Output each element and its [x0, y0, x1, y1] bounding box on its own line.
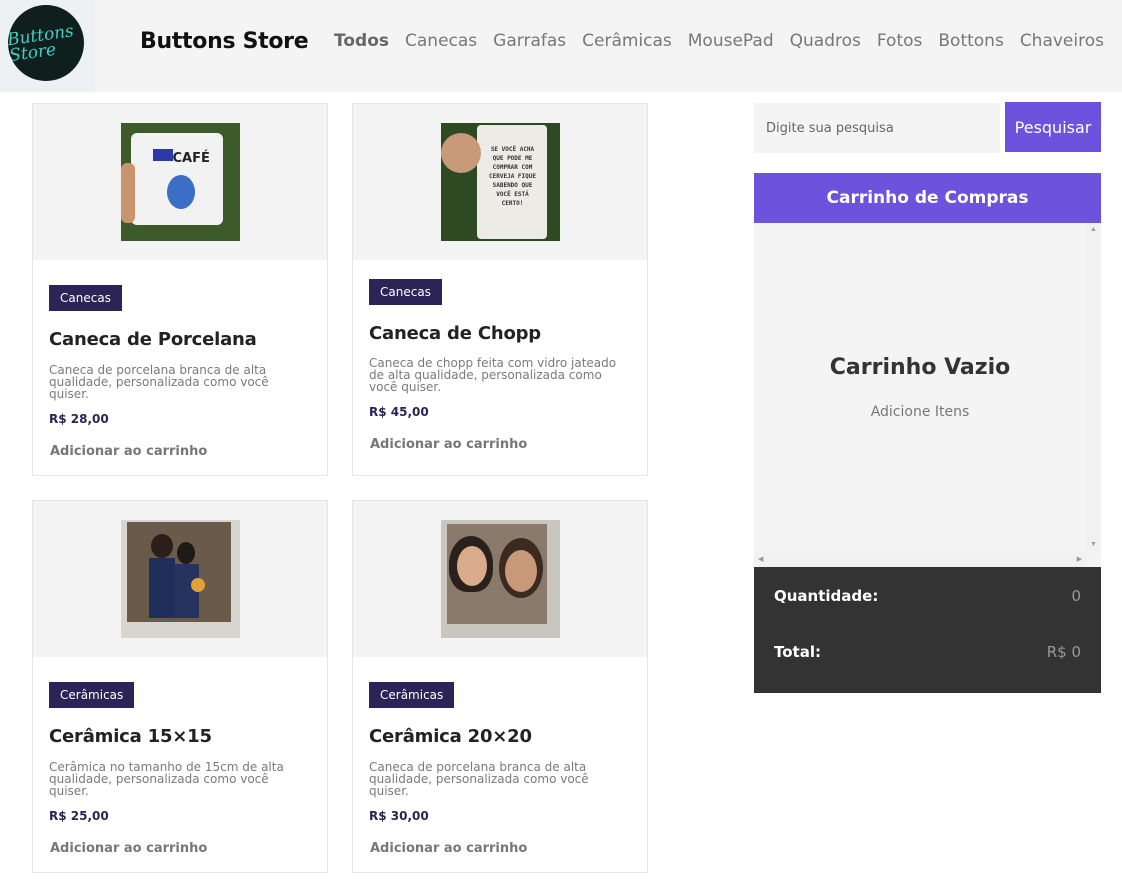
scroll-down-icon[interactable]: ▼ [1090, 541, 1097, 548]
product-card: CAFÉ Canecas Caneca de Porcelana Caneca … [32, 103, 328, 476]
category-badge: Cerâmicas [49, 682, 135, 708]
add-to-cart-button[interactable]: Adicionar ao carrinho [369, 841, 631, 856]
search-button[interactable]: Pesquisar [1005, 102, 1101, 152]
category-badge: Cerâmicas [369, 682, 455, 708]
nav-item-bottons[interactable]: Bottons [938, 31, 1003, 51]
brand-name: Buttons Store [140, 29, 309, 54]
add-to-cart-button[interactable]: Adicionar ao carrinho [369, 437, 631, 452]
product-title: Caneca de Chopp [369, 323, 541, 344]
nav-item-garrafas[interactable]: Garrafas [493, 31, 566, 51]
mug-print-text: CAFÉ [172, 151, 210, 166]
product-image-area: CAFÉ [33, 104, 327, 260]
nav-item-fotos[interactable]: Fotos [877, 31, 923, 51]
product-card: Cerâmicas Cerâmica 20×20 Caneca de porce… [352, 500, 648, 873]
nav-item-quadros[interactable]: Quadros [790, 31, 861, 51]
add-to-cart-button[interactable]: Adicionar ao carrinho [49, 444, 311, 459]
nav-item-todos[interactable]: Todos [334, 31, 389, 51]
logo-container: Buttons Store [0, 0, 95, 92]
scroll-up-icon[interactable]: ▲ [1090, 226, 1097, 233]
product-card: SE VOCÊ ACHA QUE PODE ME COMPRAR COM CER… [352, 103, 648, 476]
product-title: Cerâmica 15×15 [49, 726, 212, 747]
scroll-left-icon[interactable]: ◀ [758, 555, 763, 563]
product-image[interactable]: SE VOCÊ ACHA QUE PODE ME COMPRAR COM CER… [440, 123, 560, 241]
mug-print-text: SE VOCÊ ACHA QUE PODE ME COMPRAR COM CER… [489, 146, 536, 207]
category-badge: Canecas [49, 285, 122, 311]
product-description: Caneca de porcelana branca de alta quali… [369, 760, 589, 798]
cart-empty-subtitle: Adicione Itens [870, 404, 970, 420]
scroll-right-icon[interactable]: ▶ [1077, 555, 1082, 563]
quantity-value: 0 [1071, 587, 1081, 605]
product-image[interactable] [440, 520, 560, 638]
logo-text: Buttons Store [8, 21, 76, 67]
total-value: R$ 0 [1046, 643, 1081, 661]
total-label: Total: [774, 643, 821, 661]
cart-header: Carrinho de Compras [754, 173, 1101, 223]
nav-item-canecas[interactable]: Canecas [405, 31, 477, 51]
product-card: Cerâmicas Cerâmica 15×15 Cerâmica no tam… [32, 500, 328, 873]
add-to-cart-button[interactable]: Adicionar ao carrinho [49, 841, 311, 856]
store-logo[interactable]: Buttons Store [8, 5, 84, 81]
product-title: Cerâmica 20×20 [369, 726, 532, 747]
cart-vertical-scrollbar[interactable]: ▲ ▼ [1086, 223, 1101, 551]
site-header: Buttons Store Buttons Store Todos Caneca… [0, 0, 1122, 92]
nav-item-mousepad[interactable]: MousePad [688, 31, 774, 51]
cart-empty-title: Carrinho Vazio [829, 355, 1011, 380]
category-nav: Todos Canecas Garrafas Cerâmicas MousePa… [334, 31, 1104, 51]
product-price: R$ 25,00 [49, 809, 109, 823]
product-image[interactable]: CAFÉ [120, 123, 240, 241]
quantity-label: Quantidade: [774, 587, 879, 605]
cart-items-panel: Carrinho Vazio Adicione Itens ▲ ▼ ◀ ▶ [754, 223, 1101, 567]
product-image-area [33, 501, 327, 657]
cart-horizontal-scrollbar[interactable]: ◀ ▶ [754, 552, 1086, 567]
category-badge: Canecas [369, 279, 442, 305]
product-price: R$ 28,00 [49, 412, 109, 426]
nav-item-ceramicas[interactable]: Cerâmicas [582, 31, 672, 51]
nav-item-chaveiros[interactable]: Chaveiros [1020, 31, 1104, 51]
product-image[interactable] [120, 520, 240, 638]
search-input[interactable] [754, 103, 1000, 153]
product-title: Caneca de Porcelana [49, 329, 257, 350]
product-image-area: SE VOCÊ ACHA QUE PODE ME COMPRAR COM CER… [353, 104, 647, 260]
product-price: R$ 45,00 [369, 405, 429, 419]
product-description: Caneca de porcelana branca de alta quali… [49, 363, 269, 401]
cart-total-row: Total: R$ 0 [774, 643, 1081, 661]
product-image-area [353, 501, 647, 657]
cart-quantity-row: Quantidade: 0 [774, 587, 1081, 605]
product-description: Caneca de chopp feita com vidro jateado … [369, 356, 617, 394]
product-price: R$ 30,00 [369, 809, 429, 823]
product-description: Cerâmica no tamanho de 15cm de alta qual… [49, 760, 284, 798]
cart-summary: Quantidade: 0 Total: R$ 0 [754, 567, 1101, 693]
